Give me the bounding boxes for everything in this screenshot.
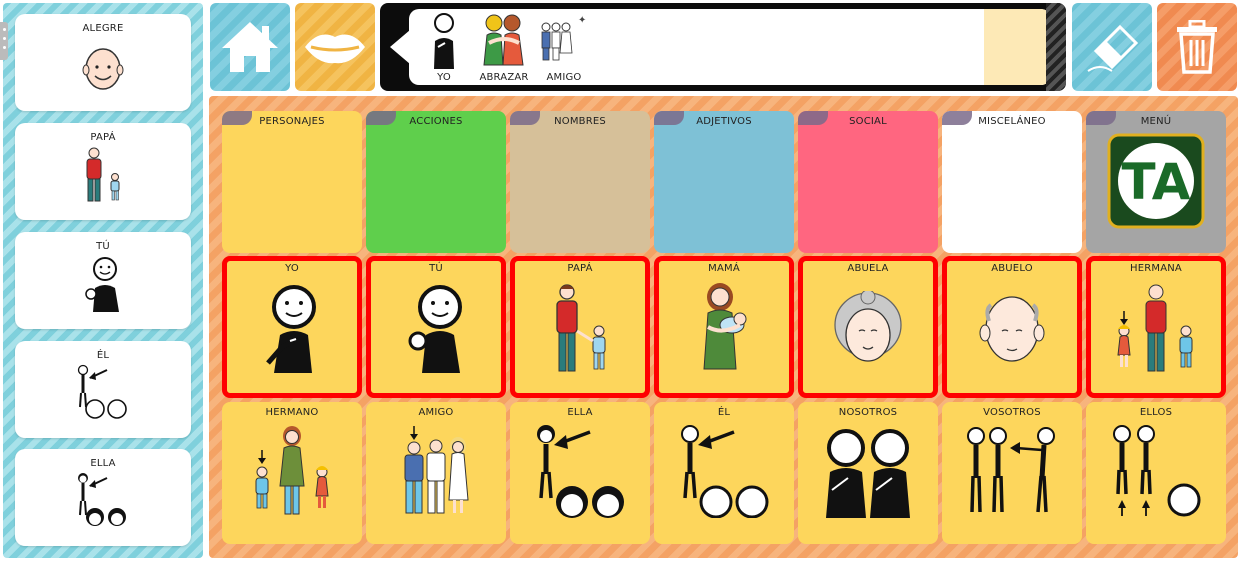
pictogram-label: HERMANA [1130, 263, 1182, 274]
tu-icon [408, 285, 462, 373]
pictogram-label: AMIGO [418, 407, 454, 418]
pictogram-mama[interactable]: MAMÁ [654, 256, 794, 398]
pictogram-label: HERMANO [265, 407, 319, 418]
history-sidebar: ALEGRE PAPÁ TÚ ÉL ELLA [3, 3, 203, 558]
category-label: NOMBRES [554, 116, 606, 127]
sidebar-resize-handle[interactable] [0, 22, 8, 60]
grandfather-icon [979, 296, 1045, 362]
we-icon [826, 429, 910, 518]
home-button[interactable] [210, 3, 290, 91]
he-pointing-icon [681, 425, 769, 518]
category-label: PERSONAJES [259, 116, 325, 127]
friends-icon [404, 426, 469, 514]
pictogram-label: ABUELA [847, 263, 889, 274]
message-word-label: AMIGO [546, 72, 582, 83]
pictogram-label: ELLA [567, 407, 593, 418]
pictogram-label: ELLOS [1139, 407, 1173, 418]
she-pointing-icon [78, 473, 126, 526]
category-personajes[interactable]: PERSONAJES [222, 111, 362, 253]
message-word[interactable]: ✦ AMIGO [534, 9, 594, 85]
category-label: MENÚ [1140, 116, 1172, 127]
category-menu[interactable]: MENÚ TA [1086, 111, 1226, 253]
they-icon [1113, 425, 1201, 517]
category-nombres[interactable]: NOMBRES [510, 111, 650, 253]
pictogram-abuela[interactable]: ABUELA [798, 256, 938, 398]
message-word-label: ABRAZAR [479, 72, 529, 83]
message-bar[interactable]: YO ABRAZAR ✦ AMIGO [380, 3, 1066, 91]
pictogram-label: VOSOTROS [983, 407, 1041, 418]
brother-family-icon [255, 426, 329, 515]
sidebar-item-label: PAPÁ [90, 132, 116, 143]
pictogram-board: PERSONAJES ACCIONES NOMBRES ADJETIVOS SO… [209, 96, 1238, 558]
message-bar-scroll [1046, 3, 1066, 91]
pictogram-label: YO [285, 263, 299, 274]
pictogram-abuelo[interactable]: ABUELO [942, 256, 1082, 398]
message-word-label: YO [437, 72, 451, 83]
pictogram-label: NOSOTROS [838, 407, 898, 418]
you-plural-icon [967, 427, 1055, 513]
happy-face-icon [82, 48, 124, 90]
message-word[interactable]: YO [414, 9, 474, 85]
message-end-area [984, 9, 1051, 85]
sidebar-item-alegre[interactable]: ALEGRE [15, 14, 191, 111]
father-child-icon [86, 147, 120, 202]
category-social[interactable]: SOCIAL [798, 111, 938, 253]
sidebar-item-el[interactable]: ÉL [15, 341, 191, 438]
message-caret [390, 30, 410, 64]
category-label: SOCIAL [849, 116, 887, 127]
trash-icon [1177, 20, 1217, 74]
pictogram-ellos[interactable]: ELLOS [1086, 402, 1226, 544]
father-child-icon [556, 284, 606, 372]
friends-icon: ✦ [541, 15, 586, 61]
pictogram-label: PAPÁ [567, 263, 593, 274]
pictogram-el[interactable]: ÉL [654, 402, 794, 544]
pictogram-label: TÚ [429, 263, 443, 274]
category-label: ADJETIVOS [696, 116, 752, 127]
category-adjetivos[interactable]: ADJETIVOS [654, 111, 794, 253]
mother-baby-icon [703, 283, 747, 370]
speak-button[interactable] [295, 3, 375, 91]
pictogram-nosotros[interactable]: NOSOTROS [798, 402, 938, 544]
category-label: ACCIONES [409, 116, 463, 127]
hug-icon [483, 14, 524, 66]
category-label: MISCELÁNEO [978, 116, 1046, 127]
sidebar-item-tu[interactable]: TÚ [15, 232, 191, 329]
pictogram-vosotros[interactable]: VOSOTROS [942, 402, 1082, 544]
you-pointing-icon [85, 257, 119, 312]
svg-text:TA: TA [1122, 153, 1191, 211]
message-content: YO ABRAZAR ✦ AMIGO [409, 9, 1051, 85]
sidebar-item-label: ÉL [96, 350, 110, 361]
pictogram-papa[interactable]: PAPÁ [510, 256, 650, 398]
yo-icon [434, 13, 454, 69]
sidebar-item-label: ALEGRE [82, 23, 124, 34]
home-icon [222, 22, 278, 72]
eraser-icon [1087, 24, 1139, 72]
pictogram-hermano[interactable]: HERMANO [222, 402, 362, 544]
ta-logo-icon: TA [1107, 133, 1205, 229]
erase-button[interactable] [1072, 3, 1152, 91]
sidebar-item-label: ELLA [90, 458, 116, 469]
pictogram-label: ABUELO [991, 263, 1033, 274]
message-word[interactable]: ABRAZAR [474, 9, 534, 85]
svg-text:✦: ✦ [578, 15, 586, 26]
pictogram-label: ÉL [717, 407, 731, 418]
grandmother-icon [834, 291, 902, 362]
sidebar-item-ella[interactable]: ELLA [15, 449, 191, 546]
lips-icon [305, 34, 365, 64]
pictogram-hermana[interactable]: HERMANA [1086, 256, 1226, 398]
category-miscelaneo[interactable]: MISCELÁNEO [942, 111, 1082, 253]
yo-icon [266, 285, 316, 373]
he-pointing-icon [77, 364, 127, 419]
pictogram-tu[interactable]: TÚ [366, 256, 506, 398]
sidebar-item-label: TÚ [96, 241, 110, 252]
pictogram-yo[interactable]: YO [222, 256, 362, 398]
sidebar-item-papa[interactable]: PAPÁ [15, 123, 191, 220]
pictogram-label: MAMÁ [708, 263, 740, 274]
pictogram-amigo[interactable]: AMIGO [366, 402, 506, 544]
delete-button[interactable] [1157, 3, 1237, 91]
category-acciones[interactable]: ACCIONES [366, 111, 506, 253]
sister-family-icon [1117, 284, 1193, 372]
pictogram-ella[interactable]: ELLA [510, 402, 650, 544]
she-pointing-icon [537, 425, 624, 518]
